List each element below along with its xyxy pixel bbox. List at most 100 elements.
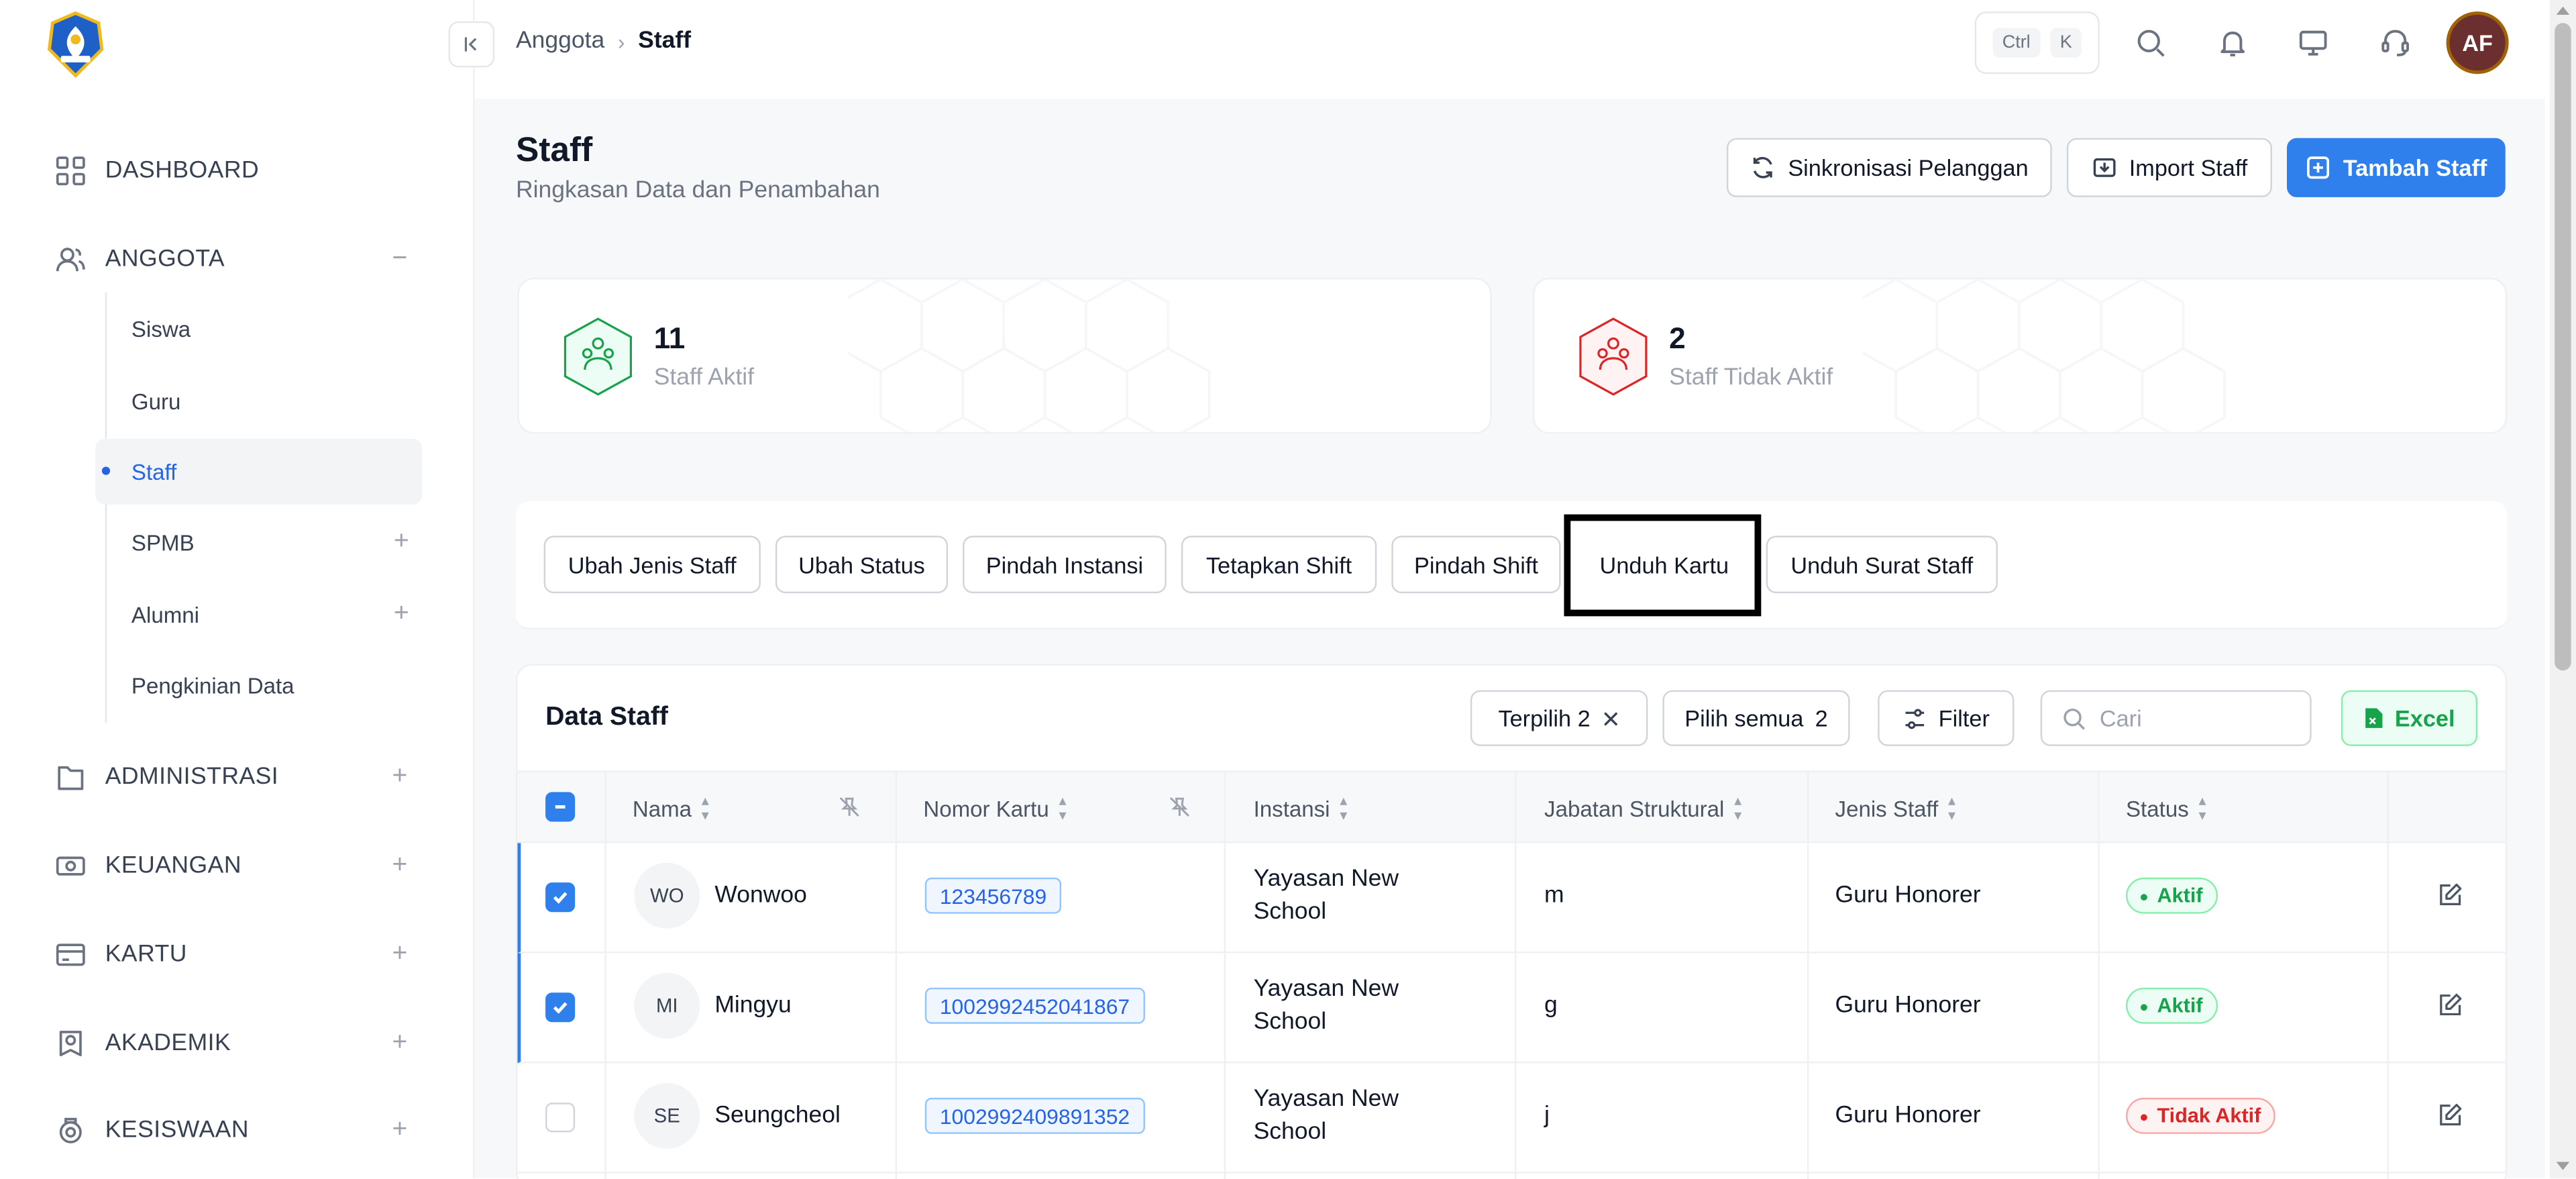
instansi-line-2: School (1253, 899, 1327, 925)
sidebar-subitem-staff[interactable]: Staff (95, 438, 423, 505)
selected-chip[interactable]: Terpilih 2 (1470, 690, 1648, 746)
card-number[interactable]: 1002992409891352 (924, 1097, 1145, 1134)
check-icon (553, 892, 568, 904)
scroll-down-icon[interactable] (2556, 1162, 2570, 1170)
academic-icon (52, 1025, 89, 1062)
bell-icon[interactable] (2216, 26, 2249, 59)
card-number[interactable]: 123456789 (924, 877, 1062, 914)
import-staff-button[interactable]: Import Staff (2066, 138, 2272, 197)
avatar: SE (634, 1082, 700, 1149)
select-all-checkbox[interactable] (545, 792, 576, 822)
collapse-sidebar-button[interactable] (448, 21, 495, 68)
change-status-button[interactable]: Ubah Status (775, 535, 949, 594)
filter-button[interactable]: Filter (1878, 690, 2015, 746)
kbd-ctrl: Ctrl (1992, 28, 2041, 58)
sidebar-item-label: AKADEMIK (105, 1030, 231, 1057)
sort-icon[interactable]: ▴ ▾ (1734, 793, 1741, 823)
change-staff-type-button[interactable]: Ubah Jenis Staff (543, 535, 761, 594)
search-input[interactable] (2099, 705, 2297, 731)
command-shortcut[interactable]: Ctrl K (1974, 11, 2100, 74)
avatar: WO (634, 862, 700, 929)
staff-inactive-icon (1579, 317, 1648, 396)
column-header-instansi[interactable]: Instansi ▴ ▾ (1254, 793, 1348, 823)
sync-customers-label: Sinkronisasi Pelanggan (1788, 154, 2029, 181)
expand-icon[interactable]: + (392, 1029, 407, 1058)
expand-icon[interactable]: + (394, 527, 409, 557)
sidebar-item-anggota[interactable]: ANGGOTA − (52, 235, 423, 284)
search-field[interactable] (2040, 690, 2312, 746)
sidebar-subitem-pengkinian-data[interactable]: Pengkinian Data (95, 652, 422, 718)
sidebar-item-akademik[interactable]: AKADEMIK + (52, 1019, 423, 1068)
sidebar-subitem-spmb[interactable]: SPMB + (95, 509, 422, 575)
close-icon[interactable] (1602, 709, 1620, 727)
avatar[interactable]: AF (2446, 11, 2509, 74)
select-all-label: Pilih semua (1684, 705, 1804, 731)
column-header-label: Jenis Staff (1835, 796, 1939, 821)
select-all-button[interactable]: Pilih semua 2 (1662, 690, 1850, 746)
expand-icon[interactable]: + (392, 940, 407, 970)
column-header-nomor-kartu[interactable]: Nomor Kartu ▴ ▾ (923, 793, 1066, 823)
headset-icon[interactable] (2379, 26, 2412, 59)
stat-card-inactive: 2 Staff Tidak Aktif (1532, 277, 2508, 434)
instansi-line-2: School (1253, 1009, 1327, 1035)
row-checkbox[interactable] (545, 1103, 576, 1133)
kbd-k: K (2050, 28, 2082, 58)
sort-icon[interactable]: ▴ ▾ (1948, 793, 1955, 823)
sidebar-subitem-siswa[interactable]: Siswa (95, 296, 422, 362)
status-badge: Aktif (2126, 877, 2218, 914)
expand-icon[interactable]: + (392, 852, 407, 881)
sidebar-item-keuangan[interactable]: KEUANGAN + (52, 841, 423, 890)
unpin-icon[interactable] (838, 795, 861, 818)
card-number[interactable]: 1002992452041867 (924, 987, 1145, 1024)
scrollbar-thumb[interactable] (2555, 23, 2571, 671)
scroll-up-icon[interactable] (2556, 6, 2570, 15)
instansi-line-1: Yayasan New (1253, 976, 1399, 1003)
assign-shift-button[interactable]: Tetapkan Shift (1181, 535, 1377, 594)
filter-label: Filter (1938, 705, 1990, 731)
column-header-jabatan-struktural[interactable]: Jabatan Struktural ▴ ▾ (1544, 793, 1741, 823)
staff-name: Mingyu (714, 992, 792, 1019)
row-checkbox[interactable] (545, 882, 576, 913)
sort-icon[interactable]: ▴ ▾ (1340, 793, 1347, 823)
column-header-jenis-staff[interactable]: Jenis Staff ▴ ▾ (1835, 793, 1956, 823)
sort-icon[interactable]: ▴ ▾ (1059, 793, 1066, 823)
table-title: Data Staff (545, 703, 668, 731)
page-scrollbar[interactable] (2549, 0, 2576, 1178)
edit-icon[interactable] (2436, 1101, 2465, 1129)
edit-icon[interactable] (2436, 881, 2465, 909)
monitor-icon[interactable] (2297, 26, 2330, 59)
search-icon (2063, 707, 2086, 729)
breadcrumb-item-anggota[interactable]: Anggota (516, 28, 604, 54)
sidebar-item-kartu[interactable]: KARTU + (52, 930, 423, 979)
cash-icon (52, 848, 89, 884)
sync-customers-button[interactable]: Sinkronisasi Pelanggan (1726, 138, 2052, 197)
edit-icon[interactable] (2436, 991, 2465, 1019)
sidebar-subitem-guru[interactable]: Guru (95, 368, 422, 434)
column-header-label: Nomor Kartu (923, 796, 1049, 821)
search-icon[interactable] (2134, 26, 2167, 59)
move-shift-button[interactable]: Pindah Shift (1391, 535, 1561, 594)
expand-icon[interactable]: + (394, 600, 409, 629)
sort-icon[interactable]: ▴ ▾ (702, 793, 709, 823)
export-excel-button[interactable]: Excel (2341, 690, 2478, 746)
collapse-icon[interactable]: − (392, 245, 407, 274)
sidebar-item-dashboard[interactable]: DASHBOARD (52, 146, 423, 195)
sidebar-subitem-alumni[interactable]: Alumni + (95, 582, 422, 648)
stat-value-inactive: 2 (1669, 322, 1686, 355)
sidebar-subitem-label: Alumni (131, 602, 199, 627)
column-header-nama[interactable]: Nama ▴ ▾ (633, 793, 709, 823)
expand-icon[interactable]: + (392, 762, 407, 792)
unpin-icon[interactable] (1168, 795, 1191, 818)
expand-icon[interactable]: + (392, 1116, 407, 1145)
jabatan: g (1544, 992, 1558, 1019)
add-staff-button[interactable]: Tambah Staff (2287, 138, 2506, 197)
sort-icon[interactable]: ▴ ▾ (2198, 793, 2206, 823)
column-header-status[interactable]: Status ▴ ▾ (2126, 793, 2206, 823)
download-staff-letter-button[interactable]: Unduh Surat Staff (1766, 535, 1998, 594)
row-checkbox[interactable] (545, 992, 576, 1023)
move-institution-button[interactable]: Pindah Instansi (963, 535, 1167, 594)
sidebar: DASHBOARD ANGGOTA − Siswa Guru Staff SPM… (0, 0, 475, 1178)
minus-icon (555, 805, 566, 809)
sidebar-item-kesiswaan[interactable]: KESISWAAN + (52, 1106, 423, 1155)
sidebar-item-administrasi[interactable]: ADMINISTRASI + (52, 753, 423, 802)
